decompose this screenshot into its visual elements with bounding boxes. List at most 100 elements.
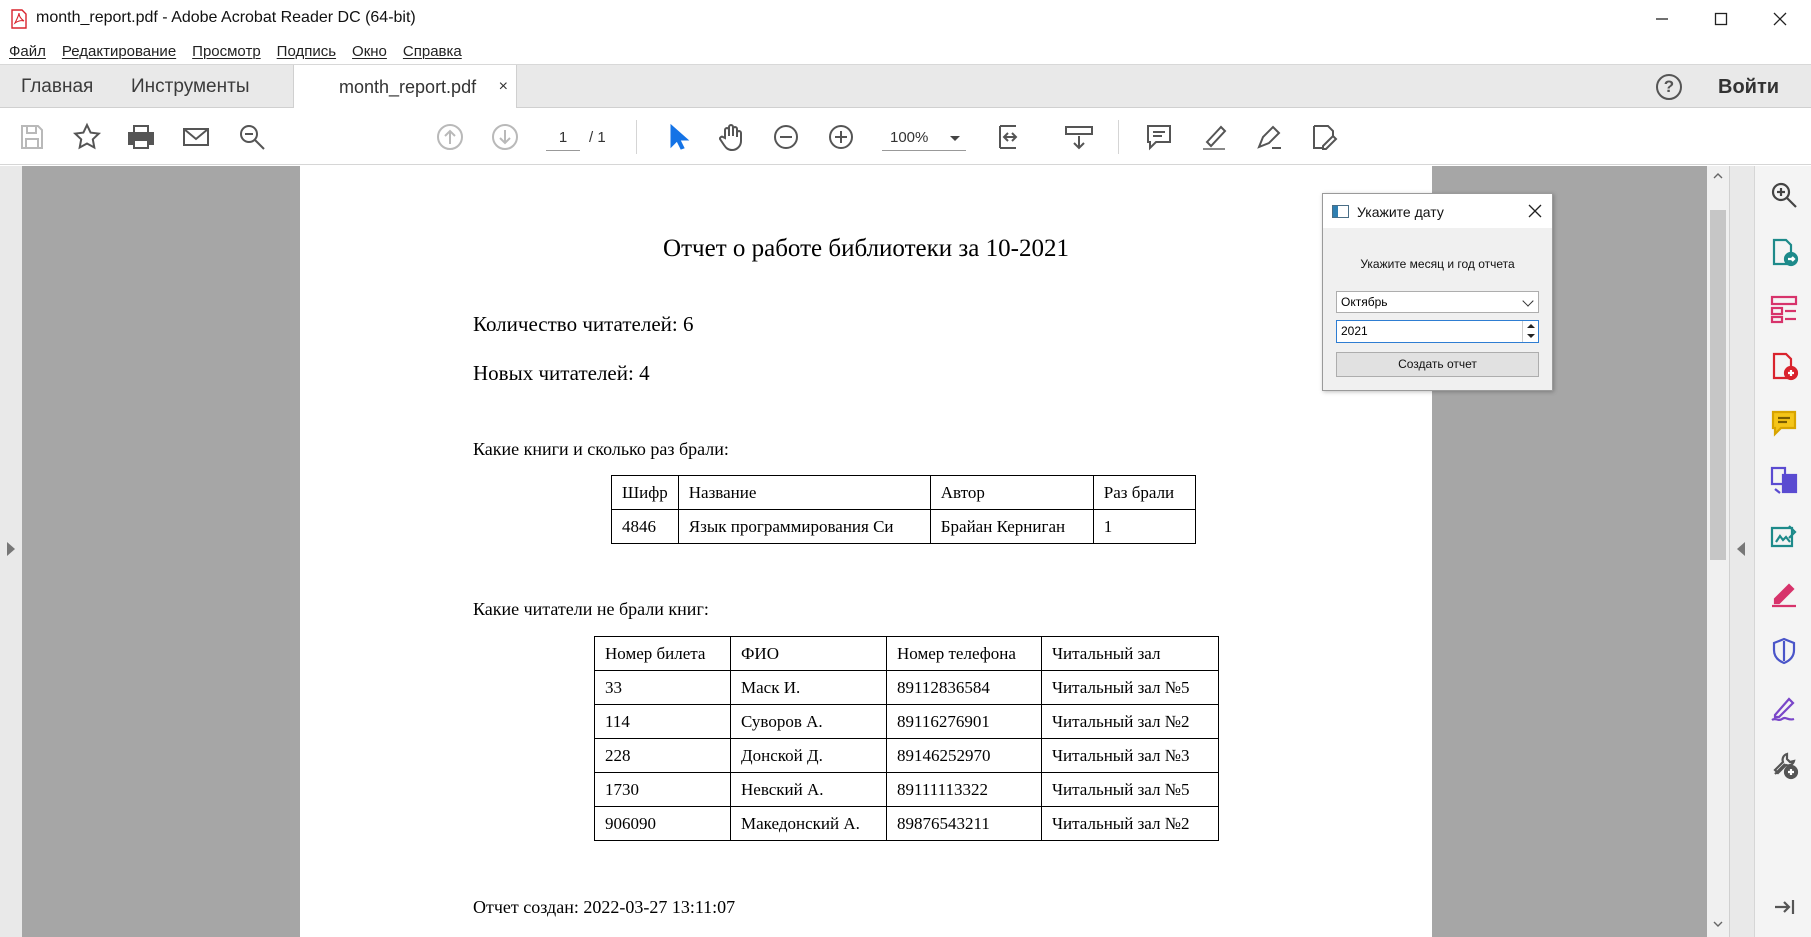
table-header-cell: Шифр: [611, 475, 679, 510]
print-button[interactable]: [124, 120, 158, 154]
tool-comment[interactable]: [1769, 408, 1799, 438]
printer-icon: [128, 125, 154, 149]
minimize-button[interactable]: [1631, 0, 1693, 38]
table-cell: 89116276901: [886, 704, 1042, 739]
zoom-in-button[interactable]: [824, 120, 858, 154]
collapse-tools-pane[interactable]: [1769, 892, 1799, 922]
prev-page-button[interactable]: [433, 120, 467, 154]
table-cell: 906090: [594, 806, 731, 841]
right-panel-toggle[interactable]: [1729, 166, 1754, 937]
menu-help[interactable]: Справка: [403, 43, 462, 60]
scroll-up-icon[interactable]: [1712, 170, 1724, 182]
close-window-button[interactable]: [1749, 0, 1811, 38]
table-cell: 1730: [594, 772, 731, 807]
table-header-row: Номер билета ФИО Номер телефона Читальны…: [594, 636, 1219, 671]
table-cell: Донской Д.: [730, 738, 887, 773]
select-tool-button[interactable]: [660, 120, 694, 154]
year-spinbox[interactable]: 2021: [1336, 320, 1539, 343]
tool-fill-sign[interactable]: [1769, 579, 1799, 609]
highlighter-icon: [1203, 125, 1227, 150]
next-page-button[interactable]: [488, 120, 522, 154]
menu-sign[interactable]: Подпись: [277, 43, 336, 60]
table-cell: Читальный зал №2: [1041, 806, 1219, 841]
zoom-select[interactable]: 100%: [882, 125, 966, 151]
tool-zoom[interactable]: [1769, 180, 1799, 210]
table-row: 114 Суворов А. 89116276901 Читальный зал…: [594, 704, 1219, 739]
hand-tool-button[interactable]: [714, 120, 748, 154]
tab-tools[interactable]: Инструменты: [131, 65, 249, 108]
tool-request-signature[interactable]: [1769, 693, 1799, 723]
acrobat-window: month_report.pdf - Adobe Acrobat Reader …: [0, 0, 1811, 937]
sign-button[interactable]: [1252, 120, 1286, 154]
main-toolbar: 1 / 1 100%: [0, 108, 1811, 165]
spin-down-icon[interactable]: [1527, 334, 1535, 338]
menu-window[interactable]: Окно: [352, 43, 387, 60]
sign-in-button[interactable]: Войти: [1718, 76, 1779, 99]
tab-close-icon[interactable]: ×: [499, 78, 508, 96]
mail-icon: [183, 128, 209, 146]
report-title: Отчет о работе библиотеки за 10-2021: [663, 235, 1069, 262]
comment-icon: [1771, 410, 1797, 437]
fit-page-button[interactable]: [994, 120, 1028, 154]
email-button[interactable]: [179, 120, 213, 154]
menu-view[interactable]: Просмотр: [192, 43, 261, 60]
scroll-mode-button[interactable]: [1062, 120, 1096, 154]
tool-combine-files[interactable]: [1769, 465, 1799, 495]
toolbar-divider: [636, 120, 637, 154]
left-panel-toggle[interactable]: [0, 166, 22, 937]
page-number-input[interactable]: 1: [546, 125, 580, 151]
table-cell: 89111113322: [886, 772, 1042, 807]
tab-home[interactable]: Главная: [21, 65, 93, 108]
dialog-titlebar: Укажите дату: [1323, 194, 1552, 228]
table-cell: Читальный зал №5: [1041, 772, 1219, 807]
save-button[interactable]: [15, 120, 49, 154]
tool-more-tools[interactable]: [1769, 750, 1799, 780]
month-select[interactable]: Октябрь: [1336, 291, 1539, 313]
title-bar: month_report.pdf - Adobe Acrobat Reader …: [0, 0, 1811, 38]
scrollbar-thumb[interactable]: [1710, 210, 1726, 560]
search-button[interactable]: [235, 120, 269, 154]
window-title: month_report.pdf - Adobe Acrobat Reader …: [36, 9, 416, 26]
combine-files-icon: [1770, 466, 1798, 494]
spin-buttons[interactable]: [1522, 321, 1538, 342]
zoom-out-button[interactable]: [769, 120, 803, 154]
table-cell: Маск И.: [730, 670, 887, 705]
tool-protect[interactable]: [1769, 636, 1799, 666]
table-header-cell: Название: [677, 475, 931, 510]
books-table: Шифр Название Автор Раз брали 4846 Язык …: [611, 475, 1196, 544]
close-icon[interactable]: [1526, 202, 1544, 220]
table-row: 1730 Невский А. 89111113322 Читальный за…: [594, 772, 1219, 807]
pdf-page: Отчет о работе библиотеки за 10-2021 Кол…: [300, 166, 1432, 937]
tool-export-pdf[interactable]: [1769, 237, 1799, 267]
table-cell: 89146252970: [886, 738, 1042, 773]
vertical-scrollbar[interactable]: [1707, 166, 1729, 937]
tool-create-pdf[interactable]: [1769, 351, 1799, 381]
menu-edit[interactable]: Редактирование: [62, 43, 176, 60]
table-row: 4846 Язык программирования Си Брайан Кер…: [611, 509, 1196, 544]
tool-organize-pages[interactable]: [1769, 294, 1799, 324]
table-cell: Читальный зал №3: [1041, 738, 1219, 773]
magnifier-icon: [1771, 182, 1797, 208]
menu-file[interactable]: Файл: [9, 43, 46, 60]
shield-icon: [1772, 637, 1796, 665]
table-cell: 89876543211: [886, 806, 1042, 841]
menu-bar: Файл Редактирование Просмотр Подпись Окн…: [0, 38, 1811, 64]
table-cell: Македонский А.: [730, 806, 887, 841]
comment-button[interactable]: [1142, 120, 1176, 154]
table-header-cell: Номер телефона: [886, 636, 1042, 671]
organize-pages-icon: [1770, 295, 1798, 324]
bookmark-button[interactable]: [70, 120, 104, 154]
page-total-label: / 1: [589, 129, 606, 146]
table-cell: Читальный зал №2: [1041, 704, 1219, 739]
fill-sign-button[interactable]: [1307, 120, 1341, 154]
arrow-down-circle-icon: [492, 124, 518, 150]
help-icon[interactable]: ?: [1656, 74, 1682, 100]
create-report-button[interactable]: Создать отчет: [1336, 352, 1539, 377]
highlight-button[interactable]: [1197, 120, 1231, 154]
tool-edit-pdf[interactable]: [1769, 522, 1799, 552]
tab-document[interactable]: month_report.pdf ×: [293, 65, 517, 109]
maximize-button[interactable]: [1690, 0, 1752, 38]
spin-up-icon[interactable]: [1527, 324, 1535, 328]
scroll-down-icon[interactable]: [1712, 918, 1724, 930]
signature-pen-icon: [1771, 697, 1795, 722]
